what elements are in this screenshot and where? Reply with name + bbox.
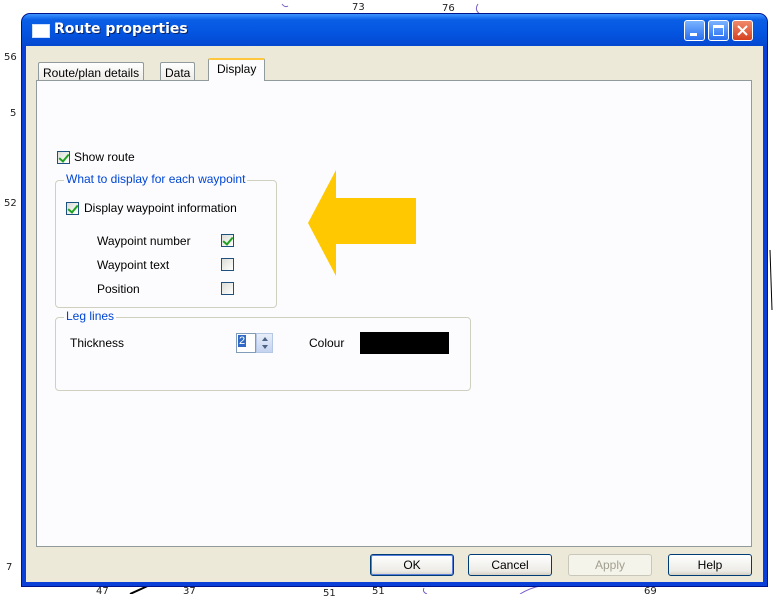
spin-down-icon[interactable] [262, 345, 268, 349]
display-waypoint-info-checkbox[interactable] [66, 202, 79, 215]
annotation-arrow-icon [308, 170, 416, 276]
dialog-client-area: Route/plan details Data Display Show rou… [26, 46, 763, 582]
thickness-spinner[interactable] [256, 333, 273, 353]
waypoint-number-checkbox[interactable] [221, 234, 234, 247]
show-route-label: Show route [74, 150, 135, 164]
window-title: Route properties [54, 21, 188, 37]
maximize-icon [713, 25, 724, 36]
thickness-value: 2 [238, 335, 247, 347]
title-bar[interactable]: Route properties [22, 14, 767, 46]
position-checkbox[interactable] [221, 282, 234, 295]
tab-data[interactable]: Data [160, 62, 196, 81]
waypoint-text-label: Waypoint text [97, 258, 170, 272]
display-waypoint-info-label: Display waypoint information [84, 201, 237, 215]
apply-button[interactable]: Apply [568, 554, 652, 576]
help-button[interactable]: Help [668, 554, 752, 576]
waypoint-text-checkbox[interactable] [221, 258, 234, 271]
position-label: Position [97, 282, 140, 296]
show-route-checkbox[interactable] [57, 151, 70, 164]
waypoint-number-label: Waypoint number [97, 234, 191, 248]
leg-lines-legend: Leg lines [64, 309, 117, 323]
leg-lines-group [55, 317, 471, 391]
colour-label: Colour [309, 336, 345, 350]
close-icon [737, 25, 748, 36]
spin-up-icon[interactable] [262, 337, 268, 341]
maximize-button[interactable] [708, 20, 729, 41]
display-tab-panel: Show route What to display for each wayp… [36, 80, 752, 547]
minimize-icon [690, 33, 697, 36]
ok-button[interactable]: OK [370, 554, 454, 576]
thickness-input[interactable]: 2 [236, 333, 256, 353]
close-button[interactable] [732, 20, 753, 41]
check-mark-icon [58, 151, 70, 163]
minimize-button[interactable] [684, 20, 705, 41]
route-properties-dialog: Route properties Route/plan details Data… [22, 14, 767, 586]
waypoint-group-legend: What to display for each waypoint [64, 172, 248, 186]
tab-display[interactable]: Display [208, 58, 266, 81]
cancel-button[interactable]: Cancel [468, 554, 552, 576]
window-icon [32, 24, 50, 38]
check-mark-icon [222, 234, 234, 246]
thickness-label: Thickness [70, 336, 125, 350]
colour-swatch[interactable] [360, 332, 449, 354]
check-mark-icon [67, 202, 79, 214]
annotation-arrow-shape [308, 170, 416, 276]
tab-route-plan-details[interactable]: Route/plan details [38, 62, 145, 81]
